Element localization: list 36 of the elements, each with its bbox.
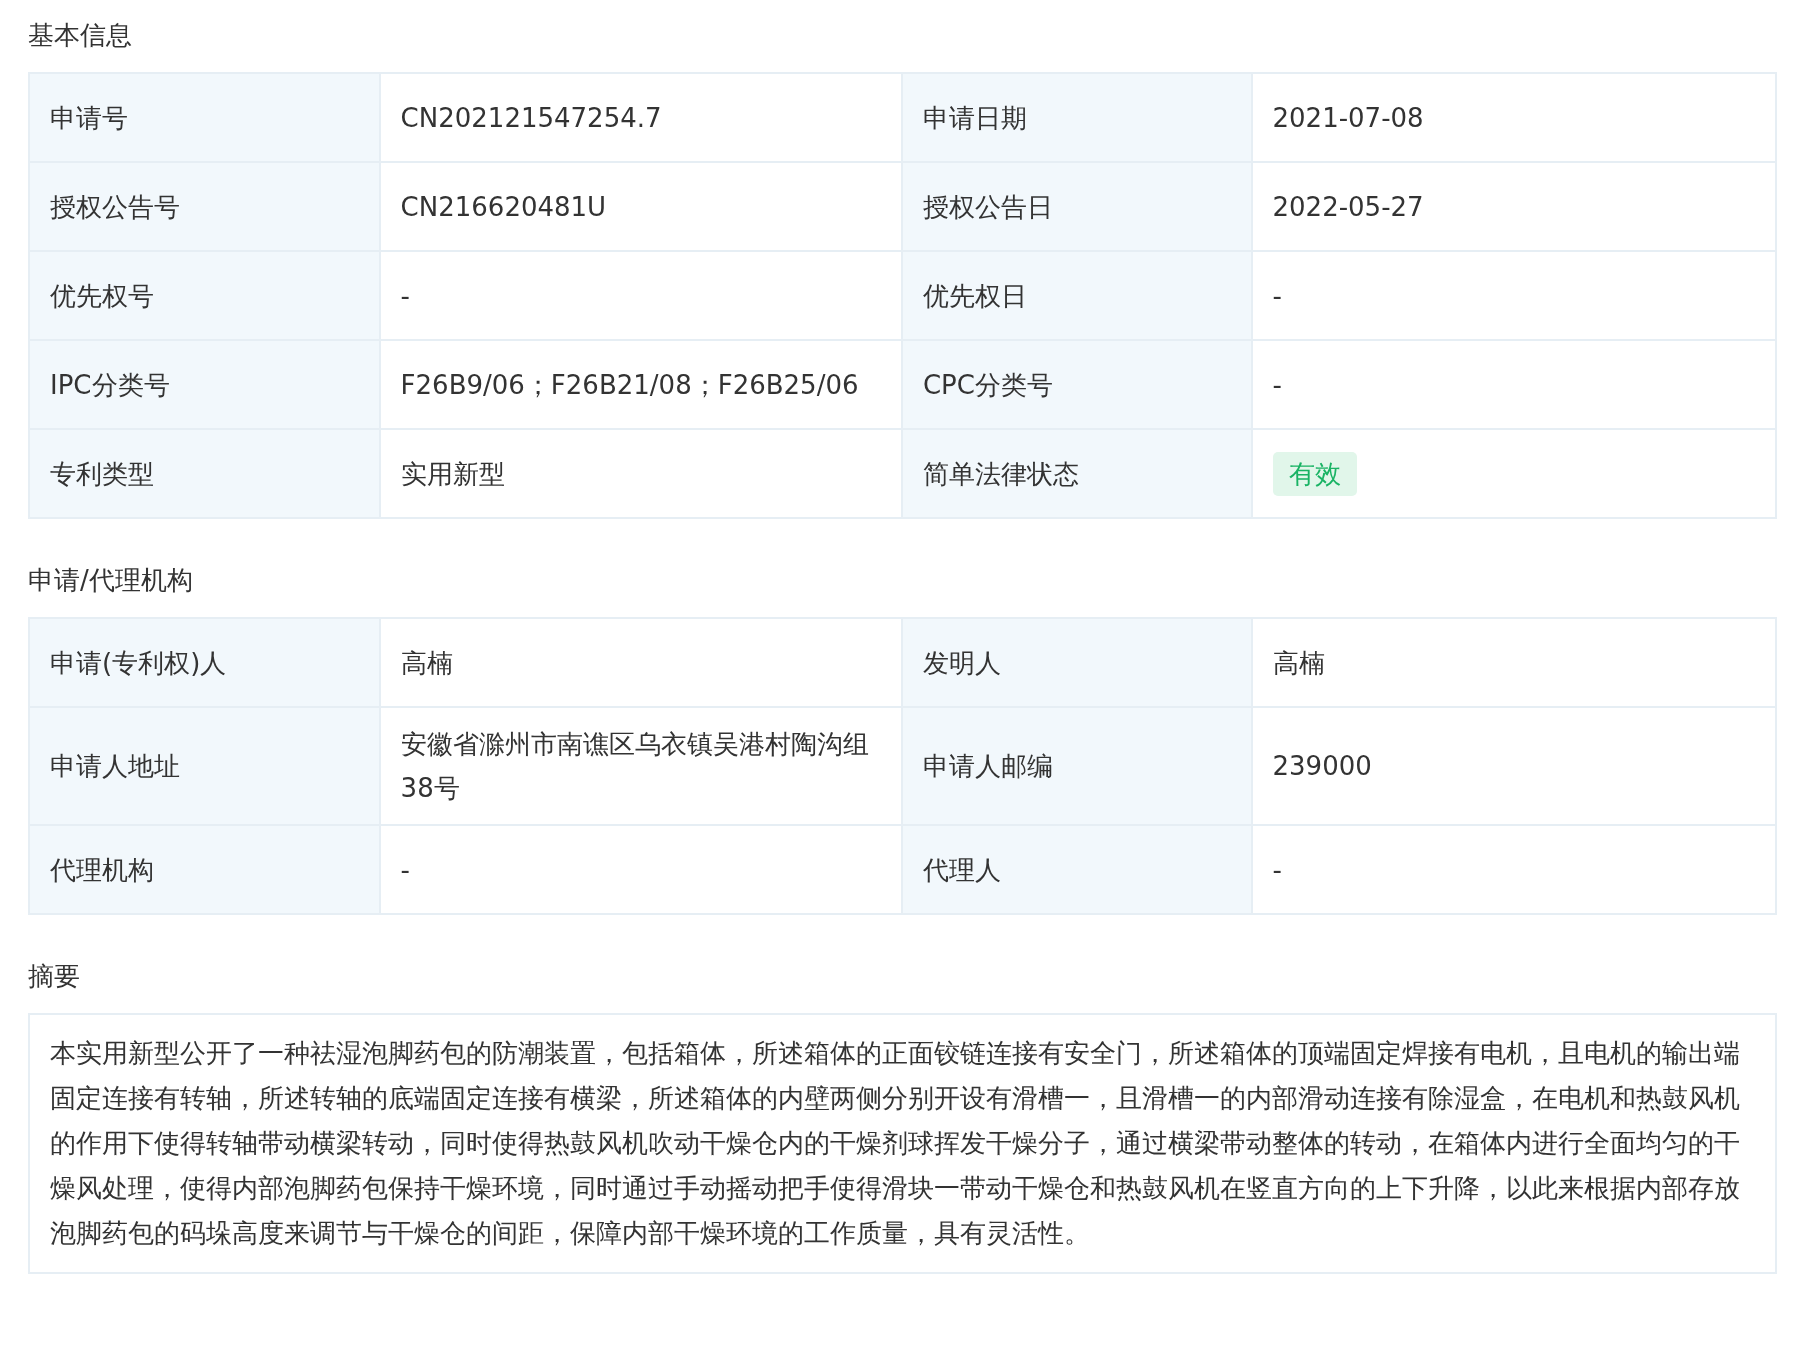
status-tag: 有效 — [1272, 451, 1357, 496]
field-label: 专利类型 — [29, 429, 380, 518]
section-title: 摘要 — [28, 960, 81, 993]
field-value: F26B9/06；F26B21/08；F26B25/06 — [379, 340, 902, 429]
field-label: 申请日期 — [901, 73, 1252, 162]
field-value: 2021-07-08 — [1251, 73, 1776, 162]
field-value: 高楠 — [379, 618, 902, 707]
field-value: CN202121547254.7 — [379, 73, 902, 162]
field-label: 申请人地址 — [29, 707, 380, 825]
field-label: 授权公告日 — [901, 162, 1252, 251]
field-value: 安徽省滁州市南谯区乌衣镇吴港村陶沟组38号 — [379, 707, 902, 825]
field-label: 发明人 — [901, 618, 1252, 707]
abstract-text: 本实用新型公开了一种祛湿泡脚药包的防潮装置，包括箱体，所述箱体的正面铰链连接有安全门，所述箱体的顶端固定焊接有电机，且电机的输出端固定连接有转轴，所述转轴的底端固定连接有横梁，所述箱体的内壁两侧分别开设有滑槽一，且滑槽一的内部滑动连接有除湿盒，在电机和热鼓风机的作用下使得转轴带动横梁转动，同时使得热鼓风机吹动干燥仓内的干燥剂球挥发干燥分子，通过横梁带动整体的转动，在箱体内进行全面均匀的干燥风处理，使得内部泡脚药包保持干燥环境，同时通过手动摇动把手使得滑块一带动干燥仓和热鼓风机在竖直方向的上下升降，以此来根据内部存放泡脚药包的码垛高度来调节与干燥仓的间距，保障内部干燥环境的工作质量，具有灵活性。 — [28, 1013, 1777, 1274]
field-value: 239000 — [1251, 707, 1776, 825]
section-title: 申请/代理机构 — [28, 564, 194, 597]
field-label: 授权公告号 — [29, 162, 380, 251]
field-value: - — [1251, 251, 1776, 340]
field-label: 申请人邮编 — [901, 707, 1252, 825]
field-value: CN216620481U — [379, 162, 902, 251]
field-label: 简单法律状态 — [901, 429, 1252, 518]
field-label: 代理机构 — [29, 825, 380, 914]
field-label: 代理人 — [901, 825, 1252, 914]
field-label: CPC分类号 — [901, 340, 1252, 429]
field-value: 实用新型 — [379, 429, 902, 518]
field-label: 优先权号 — [29, 251, 380, 340]
section-title: 基本信息 — [28, 19, 133, 52]
field-label: 申请号 — [29, 73, 380, 162]
field-value: - — [1251, 340, 1776, 429]
field-label: 优先权日 — [901, 251, 1252, 340]
field-value: - — [1251, 825, 1776, 914]
field-value: - — [379, 825, 902, 914]
field-label: 申请(专利权)人 — [29, 618, 380, 707]
field-value: 高楠 — [1251, 618, 1776, 707]
field-value: 2022-05-27 — [1251, 162, 1776, 251]
field-value: - — [379, 251, 902, 340]
field-label: IPC分类号 — [29, 340, 380, 429]
